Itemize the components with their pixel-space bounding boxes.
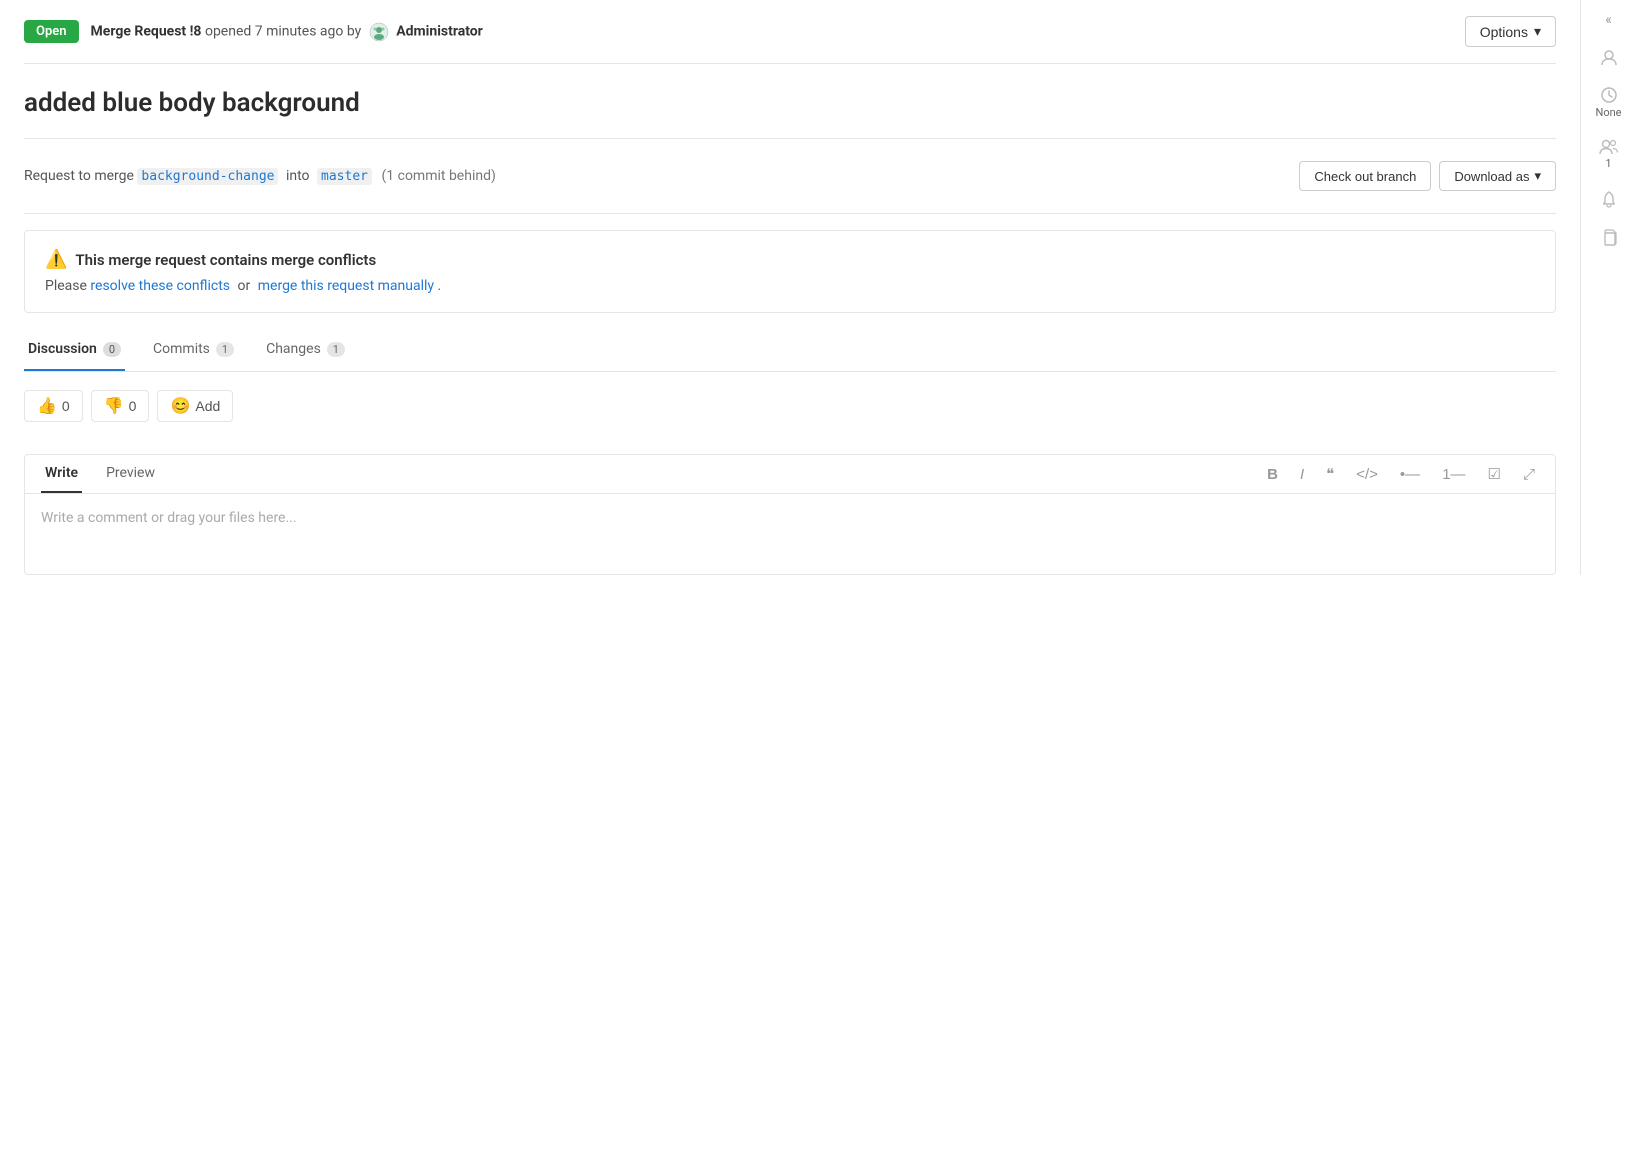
discussion-tabs: Discussion 0 Commits 1 Changes 1 <box>24 329 1556 372</box>
download-as-button[interactable]: Download as ▾ <box>1439 161 1556 191</box>
author-name: Administrator <box>396 23 483 39</box>
mr-prefix: Merge Request <box>91 23 187 39</box>
bell-icon <box>1600 190 1618 208</box>
changes-tab-label: Changes <box>266 341 321 357</box>
comment-placeholder: Write a comment or drag your files here.… <box>41 510 297 526</box>
options-label: Options <box>1480 24 1528 40</box>
add-reaction-label: Add <box>195 398 220 414</box>
options-button[interactable]: Options ▾ <box>1465 16 1556 47</box>
smiley-emoji: 😊 <box>170 396 190 416</box>
user-icon <box>1600 48 1618 66</box>
conflict-desc: Please resolve these conflicts or merge … <box>45 278 1535 294</box>
thumbsdown-count: 0 <box>129 398 137 414</box>
participants-count: 1 <box>1605 157 1611 170</box>
thumbsup-count: 0 <box>62 398 70 414</box>
tab-preview[interactable]: Preview <box>102 455 159 493</box>
discussion-tab-label: Discussion <box>28 341 97 357</box>
participants-icon <box>1599 139 1619 155</box>
resolve-conflicts-link[interactable]: resolve these conflicts <box>90 278 230 294</box>
into-text: into <box>286 168 310 184</box>
milestone-label: None <box>1595 106 1621 119</box>
thumbsup-reaction[interactable]: 👍 0 <box>24 390 83 422</box>
collapse-sidebar-button[interactable]: « <box>1605 12 1612 28</box>
source-branch-link[interactable]: background-change <box>137 168 278 185</box>
bold-button[interactable]: B <box>1263 462 1282 487</box>
thumbsdown-emoji: 👎 <box>104 396 124 416</box>
discussion-tab-count: 0 <box>103 342 121 357</box>
branch-actions: Check out branch Download as ▾ <box>1299 161 1556 191</box>
thumbsdown-reaction[interactable]: 👎 0 <box>91 390 150 422</box>
fullscreen-button[interactable]: ⤢ <box>1519 462 1539 487</box>
clock-icon <box>1600 86 1618 104</box>
conflict-title-text: This merge request contains merge confli… <box>75 251 376 269</box>
branch-info-text: Request to merge background-change into … <box>24 168 1291 184</box>
comment-tabs-bar: Write Preview B I ❝ </> •— 1— ☑ ⤢ <box>25 455 1555 494</box>
sidebar-copy[interactable] <box>1600 228 1618 246</box>
ordered-list-button[interactable]: 1— <box>1438 462 1469 487</box>
warning-icon: ⚠️ <box>45 249 67 270</box>
sidebar-notifications[interactable] <box>1600 190 1618 208</box>
chevron-down-icon: ▾ <box>1534 168 1541 184</box>
open-badge: Open <box>24 20 79 43</box>
italic-button[interactable]: I <box>1296 462 1308 487</box>
tab-changes[interactable]: Changes 1 <box>262 329 349 371</box>
tab-discussion[interactable]: Discussion 0 <box>24 329 125 371</box>
checkout-branch-label: Check out branch <box>1314 169 1416 184</box>
mr-title: added blue body background <box>24 88 1556 118</box>
sidebar-milestone[interactable]: None <box>1595 86 1621 119</box>
conflict-title: ⚠️ This merge request contains merge con… <box>45 249 1535 270</box>
conflict-warning-box: ⚠️ This merge request contains merge con… <box>24 230 1556 313</box>
checkout-branch-button[interactable]: Check out branch <box>1299 161 1431 191</box>
changes-tab-count: 1 <box>327 342 345 357</box>
reactions-bar: 👍 0 👎 0 😊 Add <box>24 372 1556 434</box>
mr-meta: Merge Request !8 opened 7 minutes ago by… <box>91 22 1453 42</box>
thumbsup-emoji: 👍 <box>37 396 57 416</box>
commit-behind: (1 commit behind) <box>381 168 495 184</box>
tab-commits[interactable]: Commits 1 <box>149 329 238 371</box>
branch-prefix: Request to merge <box>24 168 134 184</box>
conflict-suffix: . <box>438 278 442 294</box>
sidebar-participants[interactable]: 1 <box>1599 139 1619 170</box>
code-button[interactable]: </> <box>1352 462 1382 487</box>
copy-icon <box>1600 228 1618 246</box>
mr-meta-middle: opened 7 minutes ago by <box>205 23 361 39</box>
right-sidebar: « None 1 <box>1580 0 1636 575</box>
comment-textarea[interactable]: Write a comment or drag your files here.… <box>25 494 1555 574</box>
conflict-prefix: Please <box>45 278 87 294</box>
author-avatar <box>369 22 389 42</box>
download-as-label: Download as <box>1454 169 1529 184</box>
tab-write[interactable]: Write <box>41 455 82 493</box>
target-branch-link[interactable]: master <box>317 168 372 185</box>
sidebar-assignee[interactable] <box>1600 48 1618 66</box>
chevron-down-icon: ▾ <box>1534 23 1541 40</box>
checkbox-button[interactable]: ☑ <box>1484 461 1505 487</box>
commits-tab-count: 1 <box>216 342 234 357</box>
commits-tab-label: Commits <box>153 341 210 357</box>
comment-box: Write Preview B I ❝ </> •— 1— ☑ ⤢ Write … <box>24 454 1556 575</box>
merge-manually-link[interactable]: merge this request manually <box>258 278 434 294</box>
conflict-middle: or <box>238 278 251 294</box>
add-reaction-button[interactable]: 😊 Add <box>157 390 233 422</box>
quote-button[interactable]: ❝ <box>1322 461 1338 487</box>
unordered-list-button[interactable]: •— <box>1396 462 1424 487</box>
comment-toolbar: B I ❝ </> •— 1— ☑ ⤢ <box>1263 461 1539 487</box>
mr-id: !8 <box>190 23 202 39</box>
